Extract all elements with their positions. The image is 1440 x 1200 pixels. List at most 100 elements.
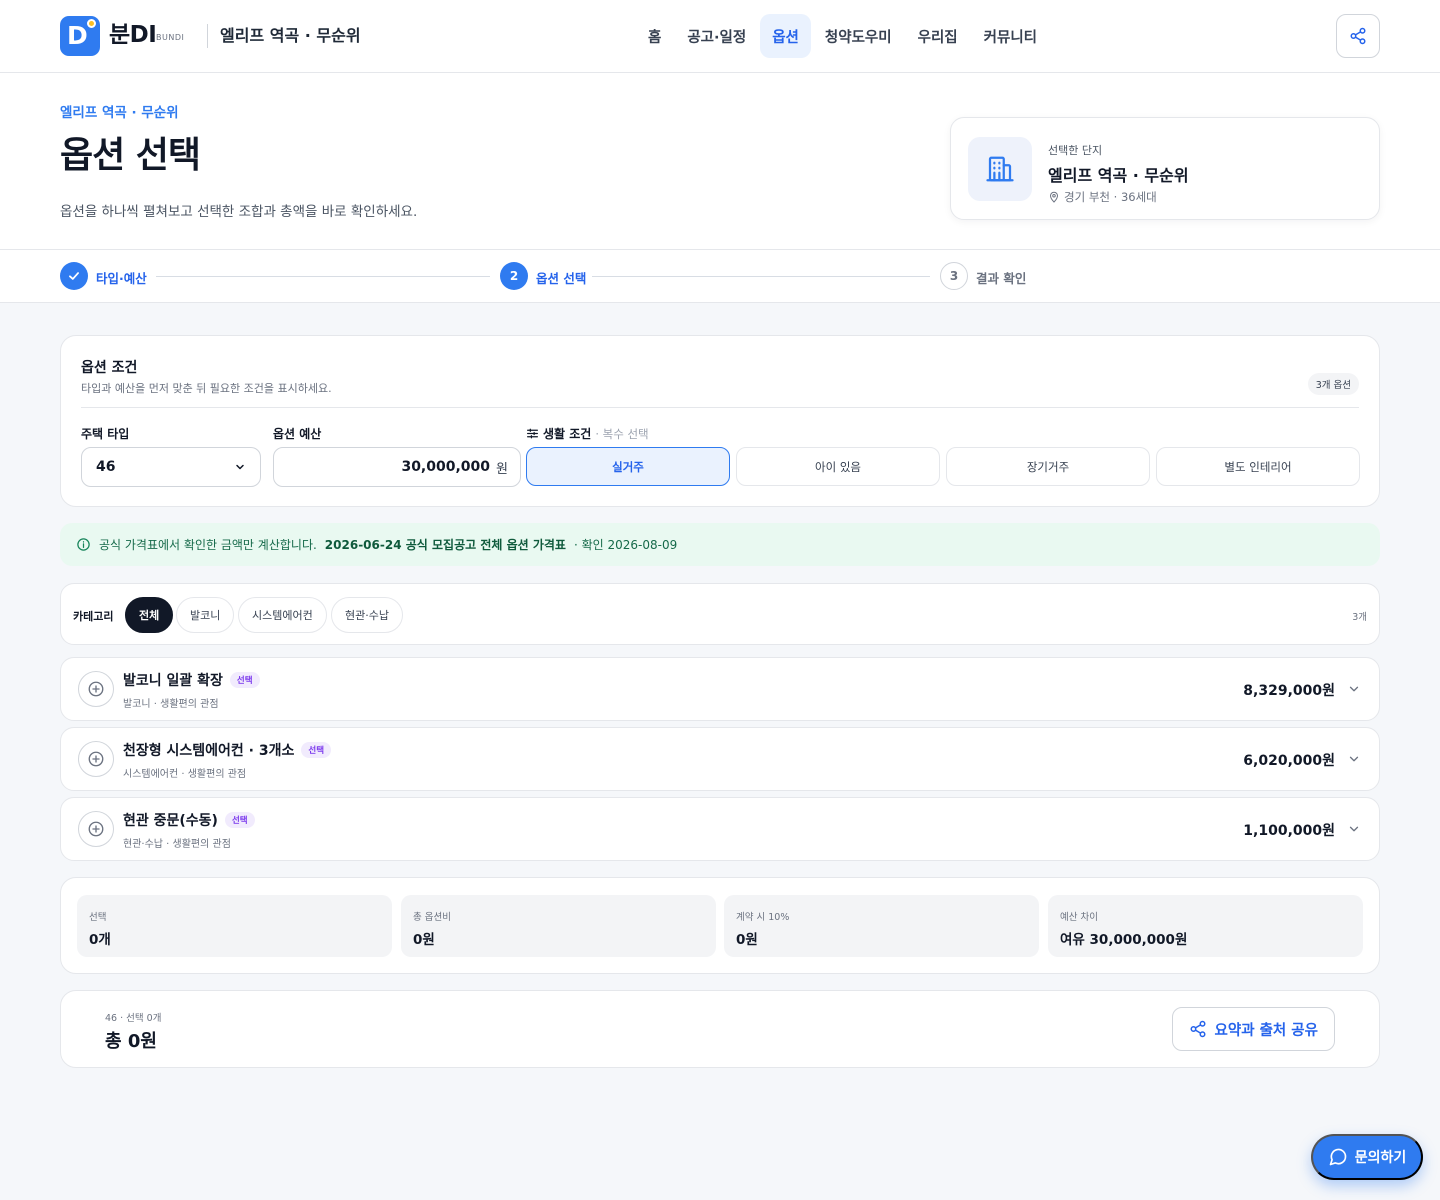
check-icon: [69, 272, 79, 280]
complex-name: 엘리프 역곡 · 무순위: [1048, 166, 1189, 185]
step-2-number[interactable]: 2: [500, 262, 528, 290]
option-price: 6,020,000원: [1243, 753, 1335, 769]
summary-total-option-cost: 총 옵션비 0원: [401, 895, 716, 957]
page-description: 옵션을 하나씩 펼쳐보고 선택한 조합과 총액을 바로 확인하세요.: [60, 204, 418, 220]
nav-my-home[interactable]: 우리집: [906, 14, 970, 58]
summary-contract-deposit: 계약 시 10% 0원: [724, 895, 1039, 957]
option-row[interactable]: 현관 중문(수동) 선택 현관·수납 · 생활편의 관점 1,100,000원: [60, 797, 1380, 861]
step-3-label[interactable]: 결과 확인: [976, 268, 1026, 287]
budget-value: 30,000,000: [401, 459, 491, 475]
page-title: 옵션 선택: [60, 135, 201, 176]
chip-separate-interior[interactable]: 별도 인테리어: [1156, 447, 1360, 486]
top-navigation-bar: D 분DI BUNDI 엘리프 역곡 · 무순위 홈 공고·일정 옵션 청약도우…: [0, 0, 1440, 73]
complex-meta: 경기 부천 · 36세대: [1048, 189, 1157, 205]
brand-divider: [207, 24, 208, 48]
option-price: 8,329,000원: [1243, 683, 1335, 699]
brand-name[interactable]: 분DI: [109, 20, 157, 50]
chat-bubble-icon: [1329, 1148, 1347, 1166]
add-option-button[interactable]: [78, 811, 114, 847]
share-button[interactable]: [1336, 14, 1380, 58]
option-row[interactable]: 천장형 시스템에어컨 · 3개소 선택 시스템에어컨 · 생활편의 관점 6,0…: [60, 727, 1380, 791]
step-connector: [592, 276, 930, 277]
option-name: 현관 중문(수동) 선택: [123, 810, 255, 830]
chevron-down-icon[interactable]: [1347, 822, 1361, 836]
chevron-down-icon[interactable]: [1347, 752, 1361, 766]
chevron-down-icon[interactable]: [1347, 682, 1361, 696]
category-result-count: 3개: [1352, 612, 1367, 623]
progress-stepper: 타입·예산 2 옵션 선택 3 결과 확인: [0, 250, 1440, 303]
option-title: 현관 중문(수동): [123, 813, 218, 829]
inquiry-label: 문의하기: [1354, 1150, 1407, 1166]
divider: [81, 407, 1359, 408]
nav-options[interactable]: 옵션: [760, 14, 811, 58]
notice-source[interactable]: 2026-06-24 공식 모집공고 전체 옵션 가격표: [325, 536, 566, 553]
step-2-label[interactable]: 옵션 선택: [536, 268, 586, 287]
chip-residence[interactable]: 실거주: [526, 447, 730, 486]
selection-summary-card: 선택 0개 총 옵션비 0원 계약 시 10% 0원 예산 차이 여유 30,0…: [60, 877, 1380, 974]
budget-input[interactable]: 30,000,000 원: [273, 447, 521, 487]
total-footer-bar: 46 · 선택 0개 총 0원 요약과 출처 공유: [60, 990, 1380, 1068]
chip-long-term[interactable]: 장기거주: [946, 447, 1150, 486]
option-badge: 선택: [301, 742, 332, 758]
life-condition-label: 생활 조건 · 복수 선택: [526, 425, 649, 442]
house-type-value: 46: [96, 459, 116, 475]
summary-budget-difference: 예산 차이 여유 30,000,000원: [1048, 895, 1363, 957]
summary-value: 여유 30,000,000원: [1060, 932, 1188, 948]
category-balcony[interactable]: 발코니: [176, 597, 235, 633]
chip-has-children[interactable]: 아이 있음: [736, 447, 940, 486]
selected-complex-card[interactable]: 선택한 단지 엘리프 역곡 · 무순위 경기 부천 · 36세대: [950, 117, 1380, 220]
step-connector: [156, 276, 490, 277]
add-option-button[interactable]: [78, 671, 114, 707]
footer-total: 총 0원: [105, 1031, 157, 1052]
category-entrance-storage[interactable]: 현관·수납: [331, 597, 403, 633]
nav-community[interactable]: 커뮤니티: [972, 14, 1049, 58]
filter-icon: [527, 428, 538, 439]
summary-label: 선택: [89, 912, 107, 923]
conditions-title: 옵션 조건: [81, 360, 138, 376]
page-hero: 엘리프 역곡 · 무순위 옵션 선택 옵션을 하나씩 펼쳐보고 선택한 조합과 …: [0, 73, 1440, 250]
summary-value: 0원: [736, 932, 758, 948]
step-1-label[interactable]: 타입·예산: [96, 268, 147, 287]
option-meta: 시스템에어컨 · 생활편의 관점: [123, 769, 247, 780]
share-icon: [1350, 27, 1366, 45]
option-meta: 현관·수납 · 생활편의 관점: [123, 839, 231, 850]
life-condition-title: 생활 조건: [543, 427, 592, 441]
step-1-check[interactable]: [60, 262, 88, 290]
brand-logo-icon[interactable]: D: [60, 16, 100, 56]
option-badge: 선택: [224, 812, 255, 828]
option-conditions-card: 옵션 조건 타입과 예산을 먼저 맞춘 뒤 필요한 조건을 표시하세요. 3개 …: [60, 335, 1380, 507]
nav-subscription-helper[interactable]: 청약도우미: [813, 14, 904, 58]
notice-checked-date: · 확인 2026-08-09: [573, 538, 678, 552]
complex-card-label: 선택한 단지: [1048, 144, 1103, 157]
category-system-aircon[interactable]: 시스템에어컨: [238, 597, 327, 633]
summary-label: 예산 차이: [1060, 912, 1098, 923]
option-meta: 발코니 · 생활편의 관점: [123, 699, 219, 710]
budget-unit: 원: [496, 461, 508, 477]
category-all[interactable]: 전체: [125, 597, 174, 633]
complex-location: 경기 부천 · 36세대: [1064, 190, 1157, 204]
life-condition-hint: · 복수 선택: [595, 426, 649, 441]
share-summary-button[interactable]: 요약과 출처 공유: [1171, 1007, 1335, 1051]
option-title: 천장형 시스템에어컨 · 3개소: [123, 743, 295, 759]
category-filter-bar: 카테고리 전체 발코니 시스템에어컨 현관·수납 3개: [60, 583, 1380, 645]
inquiry-button[interactable]: 문의하기: [1311, 1134, 1423, 1180]
notice-prefix: 공식 가격표에서 확인한 금액만 계산합니다.: [99, 538, 317, 552]
summary-label: 계약 시 10%: [736, 912, 790, 923]
nav-home[interactable]: 홈: [636, 14, 673, 58]
share-summary-label: 요약과 출처 공유: [1214, 1022, 1318, 1039]
plus-circle-icon: [88, 681, 104, 697]
option-name: 천장형 시스템에어컨 · 3개소 선택: [123, 740, 332, 760]
option-row[interactable]: 발코니 일괄 확장 선택 발코니 · 생활편의 관점 8,329,000원: [60, 657, 1380, 721]
option-name: 발코니 일괄 확장 선택: [123, 670, 260, 690]
add-option-button[interactable]: [78, 741, 114, 777]
type-field-label: 주택 타입: [81, 427, 130, 441]
step-3-number[interactable]: 3: [940, 262, 968, 290]
plus-circle-icon: [88, 751, 104, 767]
option-count-badge: 3개 옵션: [1307, 373, 1359, 395]
brand-subname: BUNDI: [156, 33, 185, 42]
site-name: 엘리프 역곡 · 무순위: [220, 26, 361, 45]
nav-notice-schedule[interactable]: 공고·일정: [675, 14, 758, 58]
house-type-select[interactable]: 46: [81, 447, 261, 487]
summary-value: 0개: [89, 932, 111, 948]
logo-letter: D: [67, 21, 88, 50]
